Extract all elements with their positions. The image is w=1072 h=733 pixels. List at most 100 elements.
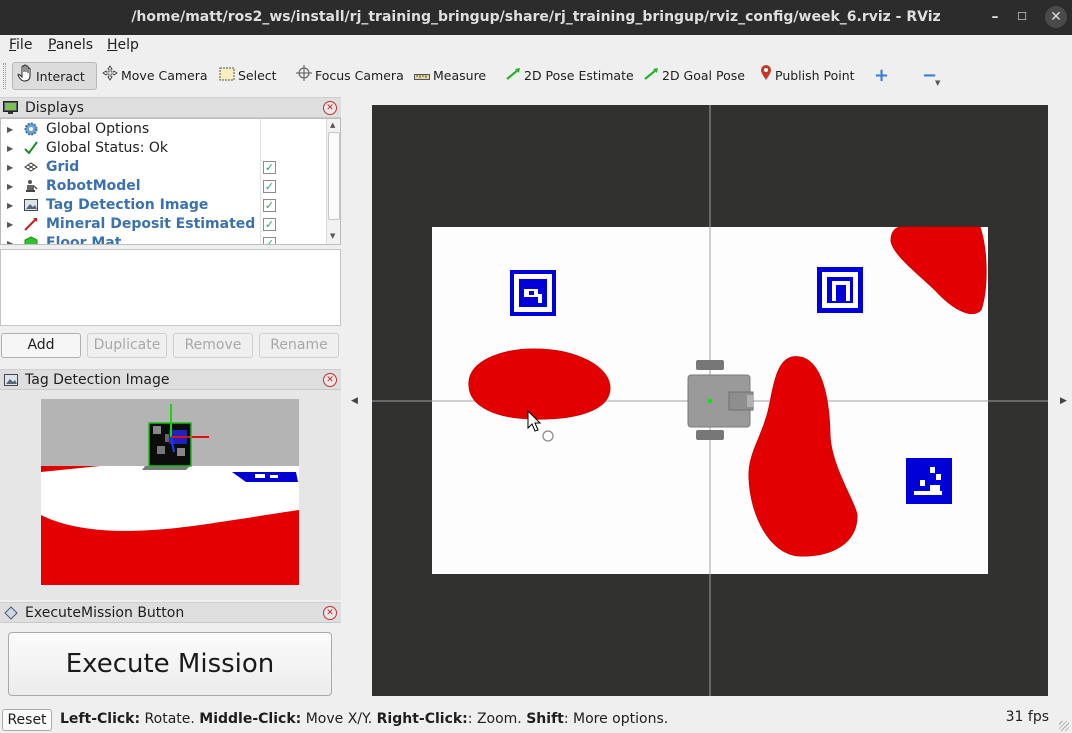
displays-panel-title: Displays <box>25 100 84 116</box>
add-tool-icon[interactable]: + <box>874 67 889 85</box>
hint-middle-click-desc: Move X/Y. <box>301 711 377 727</box>
menu-file-key: F <box>9 37 17 53</box>
tree-item-grid[interactable]: ▶ Grid ✓ <box>1 158 326 177</box>
scroll-up-icon[interactable]: ▲ <box>330 121 335 129</box>
toolbar-menu-chevron-icon[interactable]: ▼ <box>935 79 940 87</box>
pose-arrow-icon <box>24 217 38 231</box>
collapse-left-icon[interactable]: ◀ <box>351 396 358 406</box>
robot-icon <box>24 179 38 193</box>
camera-image <box>0 390 341 600</box>
scroll-down-icon[interactable]: ▼ <box>330 232 335 240</box>
scrollbar-thumb[interactable] <box>328 132 340 220</box>
tag-detection-image-checkbox[interactable]: ✓ <box>263 199 276 212</box>
tool-2d-goal-pose-label: 2D Goal Pose <box>662 68 745 83</box>
green-arrow-icon <box>505 63 521 91</box>
tree-item-label: Tag Detection Image <box>46 197 209 213</box>
scene-render <box>372 105 1048 696</box>
window-titlebar: /home/matt/ros2_ws/install/rj_training_b… <box>0 0 1072 35</box>
add-button[interactable]: Add <box>1 333 81 358</box>
displays-scrollbar[interactable]: ▲ ▼ <box>326 119 340 244</box>
tree-item-robotmodel[interactable]: ▶ RobotModel ✓ <box>1 177 326 196</box>
menu-panels-label: anels <box>55 37 94 53</box>
tree-item-global-options[interactable]: ▶ Global Options <box>1 120 326 139</box>
checkmark-icon <box>24 141 38 155</box>
displays-panel-header[interactable]: Displays ✕ <box>0 97 341 118</box>
green-cube-icon <box>24 236 38 244</box>
menubar: File Panels Help <box>0 35 1072 57</box>
menu-help[interactable]: Help <box>107 37 139 53</box>
tool-2d-pose-estimate[interactable]: 2D Pose Estimate <box>503 62 634 90</box>
expand-arrow-icon[interactable]: ▶ <box>7 120 13 139</box>
tree-item-global-status[interactable]: ▶ Global Status: Ok <box>1 139 326 158</box>
hint-left-click-desc: Rotate. <box>140 711 200 727</box>
execute-panel-close-icon[interactable]: ✕ <box>323 606 337 620</box>
maximize-icon[interactable]: ☐ <box>1011 6 1033 28</box>
tree-item-label: Grid <box>46 159 80 175</box>
expand-arrow-icon[interactable]: ▶ <box>7 139 13 158</box>
minimize-icon[interactable]: – <box>984 6 1006 28</box>
tag-panel-close-icon[interactable]: ✕ <box>323 373 337 387</box>
menu-help-key: H <box>107 37 118 53</box>
select-icon <box>219 63 235 91</box>
grid-checkbox[interactable]: ✓ <box>263 161 276 174</box>
duplicate-button[interactable]: Duplicate <box>87 333 167 358</box>
reset-button[interactable]: Reset <box>2 709 52 731</box>
expand-arrow-icon[interactable]: ▶ <box>7 158 13 177</box>
hint-shift-key: Shift <box>526 711 564 727</box>
menu-panels-key: P <box>48 37 56 53</box>
3d-viewport[interactable] <box>372 105 1048 696</box>
apriltag-bottom-right <box>906 458 952 504</box>
tool-publish-point[interactable]: Publish Point <box>758 62 855 90</box>
resize-grip-icon[interactable] <box>1059 721 1069 731</box>
execute-panel-header[interactable]: ExecuteMission Button ✕ <box>0 602 341 623</box>
tool-focus-camera[interactable]: Focus Camera <box>294 62 404 90</box>
tree-item-label: Mineral Deposit Estimated ... <box>46 216 261 232</box>
tool-move-camera[interactable]: Move Camera <box>100 62 208 90</box>
robotmodel-checkbox[interactable]: ✓ <box>263 180 276 193</box>
expand-arrow-icon[interactable]: ▶ <box>7 234 13 244</box>
expand-arrow-icon[interactable]: ▶ <box>7 215 13 234</box>
expand-arrow-icon[interactable]: ▶ <box>7 177 13 196</box>
execute-panel-title: ExecuteMission Button <box>25 605 185 621</box>
rename-button[interactable]: Rename <box>259 333 339 358</box>
hint-middle-click-key: Middle-Click: <box>199 711 302 727</box>
displays-close-icon[interactable]: ✕ <box>323 101 337 115</box>
tag-panel-header[interactable]: Tag Detection Image ✕ <box>0 369 341 390</box>
menu-file[interactable]: File <box>9 37 32 53</box>
toolbar-handle[interactable] <box>3 63 6 89</box>
floor-mat-checkbox[interactable]: ✓ <box>263 237 276 244</box>
tree-item-mineral-deposit[interactable]: ▶ Mineral Deposit Estimated ... ✓ <box>1 215 326 234</box>
expand-arrow-icon[interactable]: ▶ <box>7 196 13 215</box>
mineral-deposit-checkbox[interactable]: ✓ <box>263 218 276 231</box>
close-icon[interactable]: ✕ <box>1045 6 1067 28</box>
execute-mission-button[interactable]: Execute Mission <box>8 632 332 696</box>
crosshair-icon <box>296 63 312 91</box>
tree-item-floor-mat[interactable]: ▶ Floor Mat ✓ <box>1 234 326 244</box>
remove-button[interactable]: Remove <box>173 333 253 358</box>
tool-move-camera-label: Move Camera <box>121 68 208 83</box>
tool-measure-label: Measure <box>433 68 487 83</box>
display-description-area <box>0 249 341 326</box>
tool-publish-point-label: Publish Point <box>775 68 855 83</box>
tool-select[interactable]: Select <box>217 62 277 90</box>
tool-interact-label: Interact <box>36 69 85 84</box>
green-arrow-icon <box>643 63 659 91</box>
tool-measure[interactable]: Measure <box>412 62 486 90</box>
hand-icon <box>17 64 33 92</box>
tool-interact[interactable]: Interact <box>12 62 97 90</box>
menu-file-label: ile <box>16 37 33 53</box>
tool-2d-goal-pose[interactable]: 2D Goal Pose <box>641 62 745 90</box>
hint-left-click-key: Left-Click: <box>60 711 141 727</box>
window-title: /home/matt/ros2_ws/install/rj_training_b… <box>131 9 941 25</box>
ruler-icon <box>414 63 430 91</box>
collapse-right-icon[interactable]: ▶ <box>1060 396 1067 406</box>
move-icon <box>102 63 118 91</box>
apriltag-right <box>817 267 863 313</box>
tree-item-label: Global Status: Ok <box>46 140 169 156</box>
grid-icon <box>24 160 38 174</box>
gear-icon <box>24 122 38 136</box>
fps-counter: 31 fps <box>1005 709 1049 725</box>
tree-item-tag-detection-image[interactable]: ▶ Tag Detection Image ✓ <box>1 196 326 215</box>
menu-panels[interactable]: Panels <box>48 37 93 53</box>
map-pin-icon <box>760 63 772 91</box>
